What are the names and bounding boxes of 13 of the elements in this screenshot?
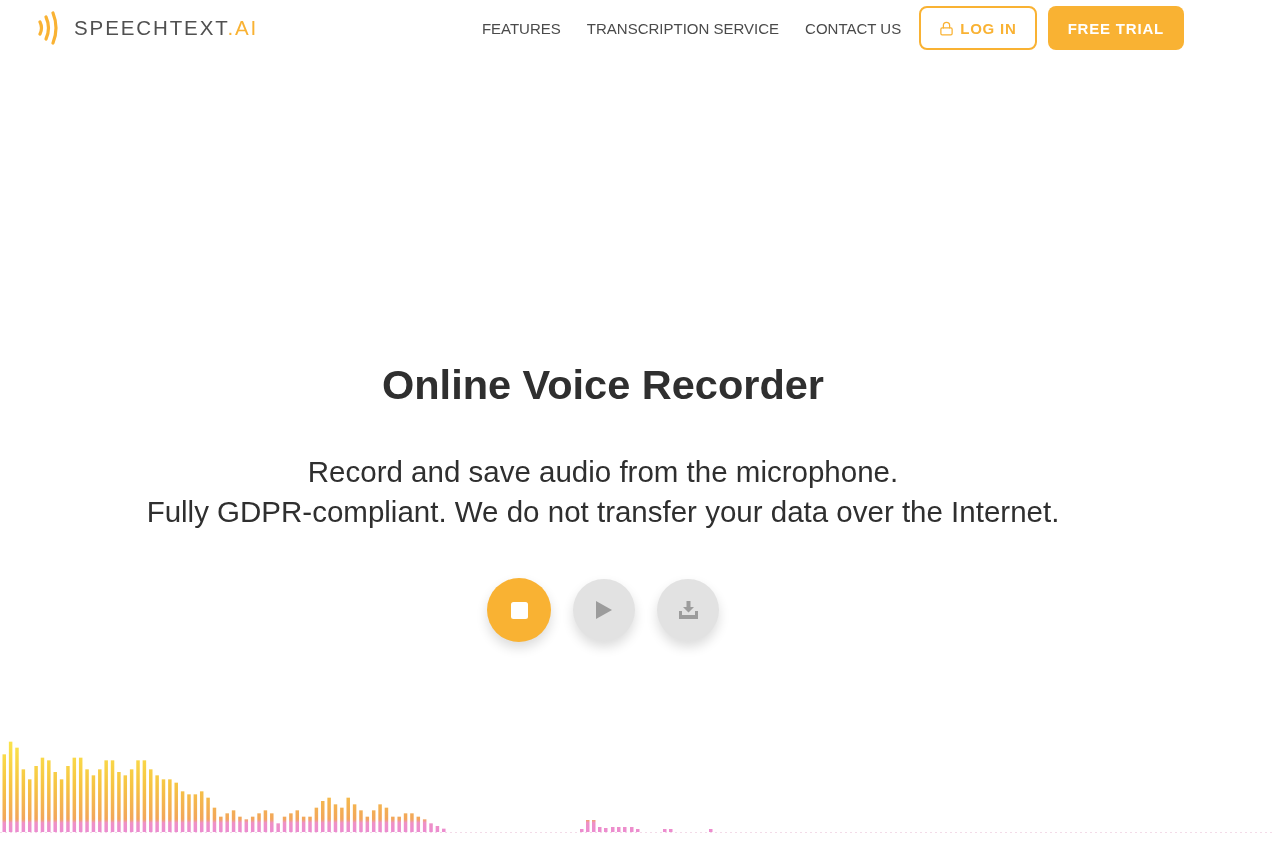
- play-icon: [596, 601, 612, 619]
- subtitle-line: Record and save audio from the microphone.: [307, 454, 899, 490]
- subtitle-line: Fully GDPR-compliant. We do not transfer your data over the Internet.: [146, 494, 1060, 530]
- stop-icon: [510, 601, 528, 619]
- lock-icon: [939, 20, 955, 36]
- download-icon: [678, 601, 698, 619]
- logo-text[interactable]: SPEECHTEXT.AI: [74, 16, 259, 40]
- logo-icon: [38, 11, 60, 45]
- page-title: Online Voice Recorder: [381, 361, 824, 409]
- nav-link[interactable]: TRANSCRIPTION SERVICE: [586, 19, 780, 37]
- stop-button[interactable]: [487, 578, 551, 642]
- nav-link[interactable]: FEATURES: [481, 19, 561, 37]
- nav-link[interactable]: CONTACT US: [805, 19, 902, 37]
